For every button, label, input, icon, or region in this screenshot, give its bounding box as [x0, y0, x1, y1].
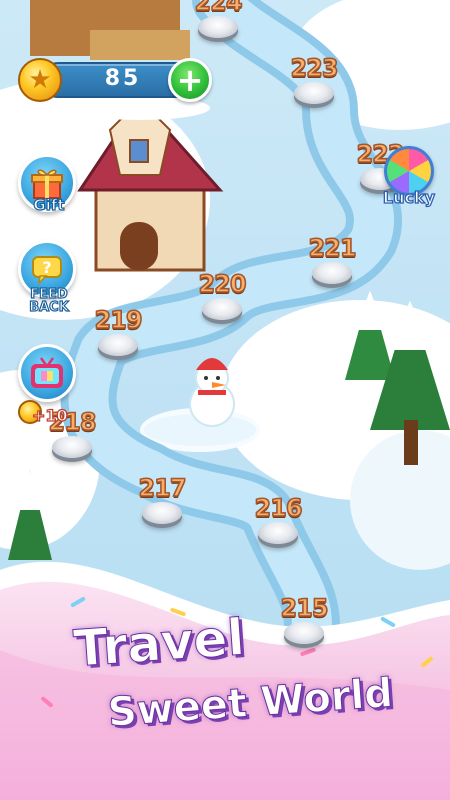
coin-count: 85	[104, 66, 142, 91]
level-number: 220	[198, 269, 248, 299]
level-pad	[284, 622, 324, 644]
add-coins-button[interactable]: +	[168, 58, 212, 102]
coin-balance-bar: ★ 85 +	[18, 58, 212, 102]
level-number: 223	[290, 53, 340, 83]
level-number: 219	[94, 305, 144, 335]
level-pad	[202, 298, 242, 320]
level-221[interactable]: 221	[304, 233, 360, 294]
level-number: 224	[194, 0, 244, 17]
lucky-label: Lucky	[382, 187, 436, 207]
level-215[interactable]: 215	[276, 593, 332, 654]
level-224[interactable]: 224	[190, 0, 246, 48]
feedback-label-text: FEED BACK	[29, 287, 70, 315]
level-217[interactable]: 217	[134, 473, 190, 534]
svg-text:?: ?	[42, 258, 51, 277]
level-216[interactable]: 216	[250, 493, 306, 554]
level-number: 215	[280, 593, 330, 623]
level-pad	[312, 262, 352, 284]
tv-reward-badge: +10	[18, 398, 88, 428]
gift-button[interactable]: Gift	[16, 154, 82, 234]
level-pad	[98, 334, 138, 356]
tv-video-icon	[18, 344, 76, 402]
tv-reward-amount: +10	[31, 405, 68, 425]
level-223[interactable]: 223	[286, 53, 342, 114]
gift-label: Gift	[33, 196, 65, 214]
level-number: 216	[254, 493, 304, 523]
level-pad	[142, 502, 182, 524]
feedback-label: FEED BACK	[12, 287, 86, 315]
feedback-button[interactable]: ? FEED BACK	[16, 240, 82, 320]
level-number: 221	[308, 233, 358, 263]
level-pad	[198, 16, 238, 38]
level-pad	[294, 82, 334, 104]
level-number: 217	[138, 473, 188, 503]
level-220[interactable]: 220	[194, 269, 250, 330]
lucky-wheel-button[interactable]: Lucky	[376, 146, 442, 216]
level-219[interactable]: 219	[90, 305, 146, 366]
level-pad	[258, 522, 298, 544]
star-coin-icon: ★	[18, 58, 62, 102]
level-pad	[52, 436, 92, 458]
banner-title-line1: Travel	[71, 608, 247, 679]
